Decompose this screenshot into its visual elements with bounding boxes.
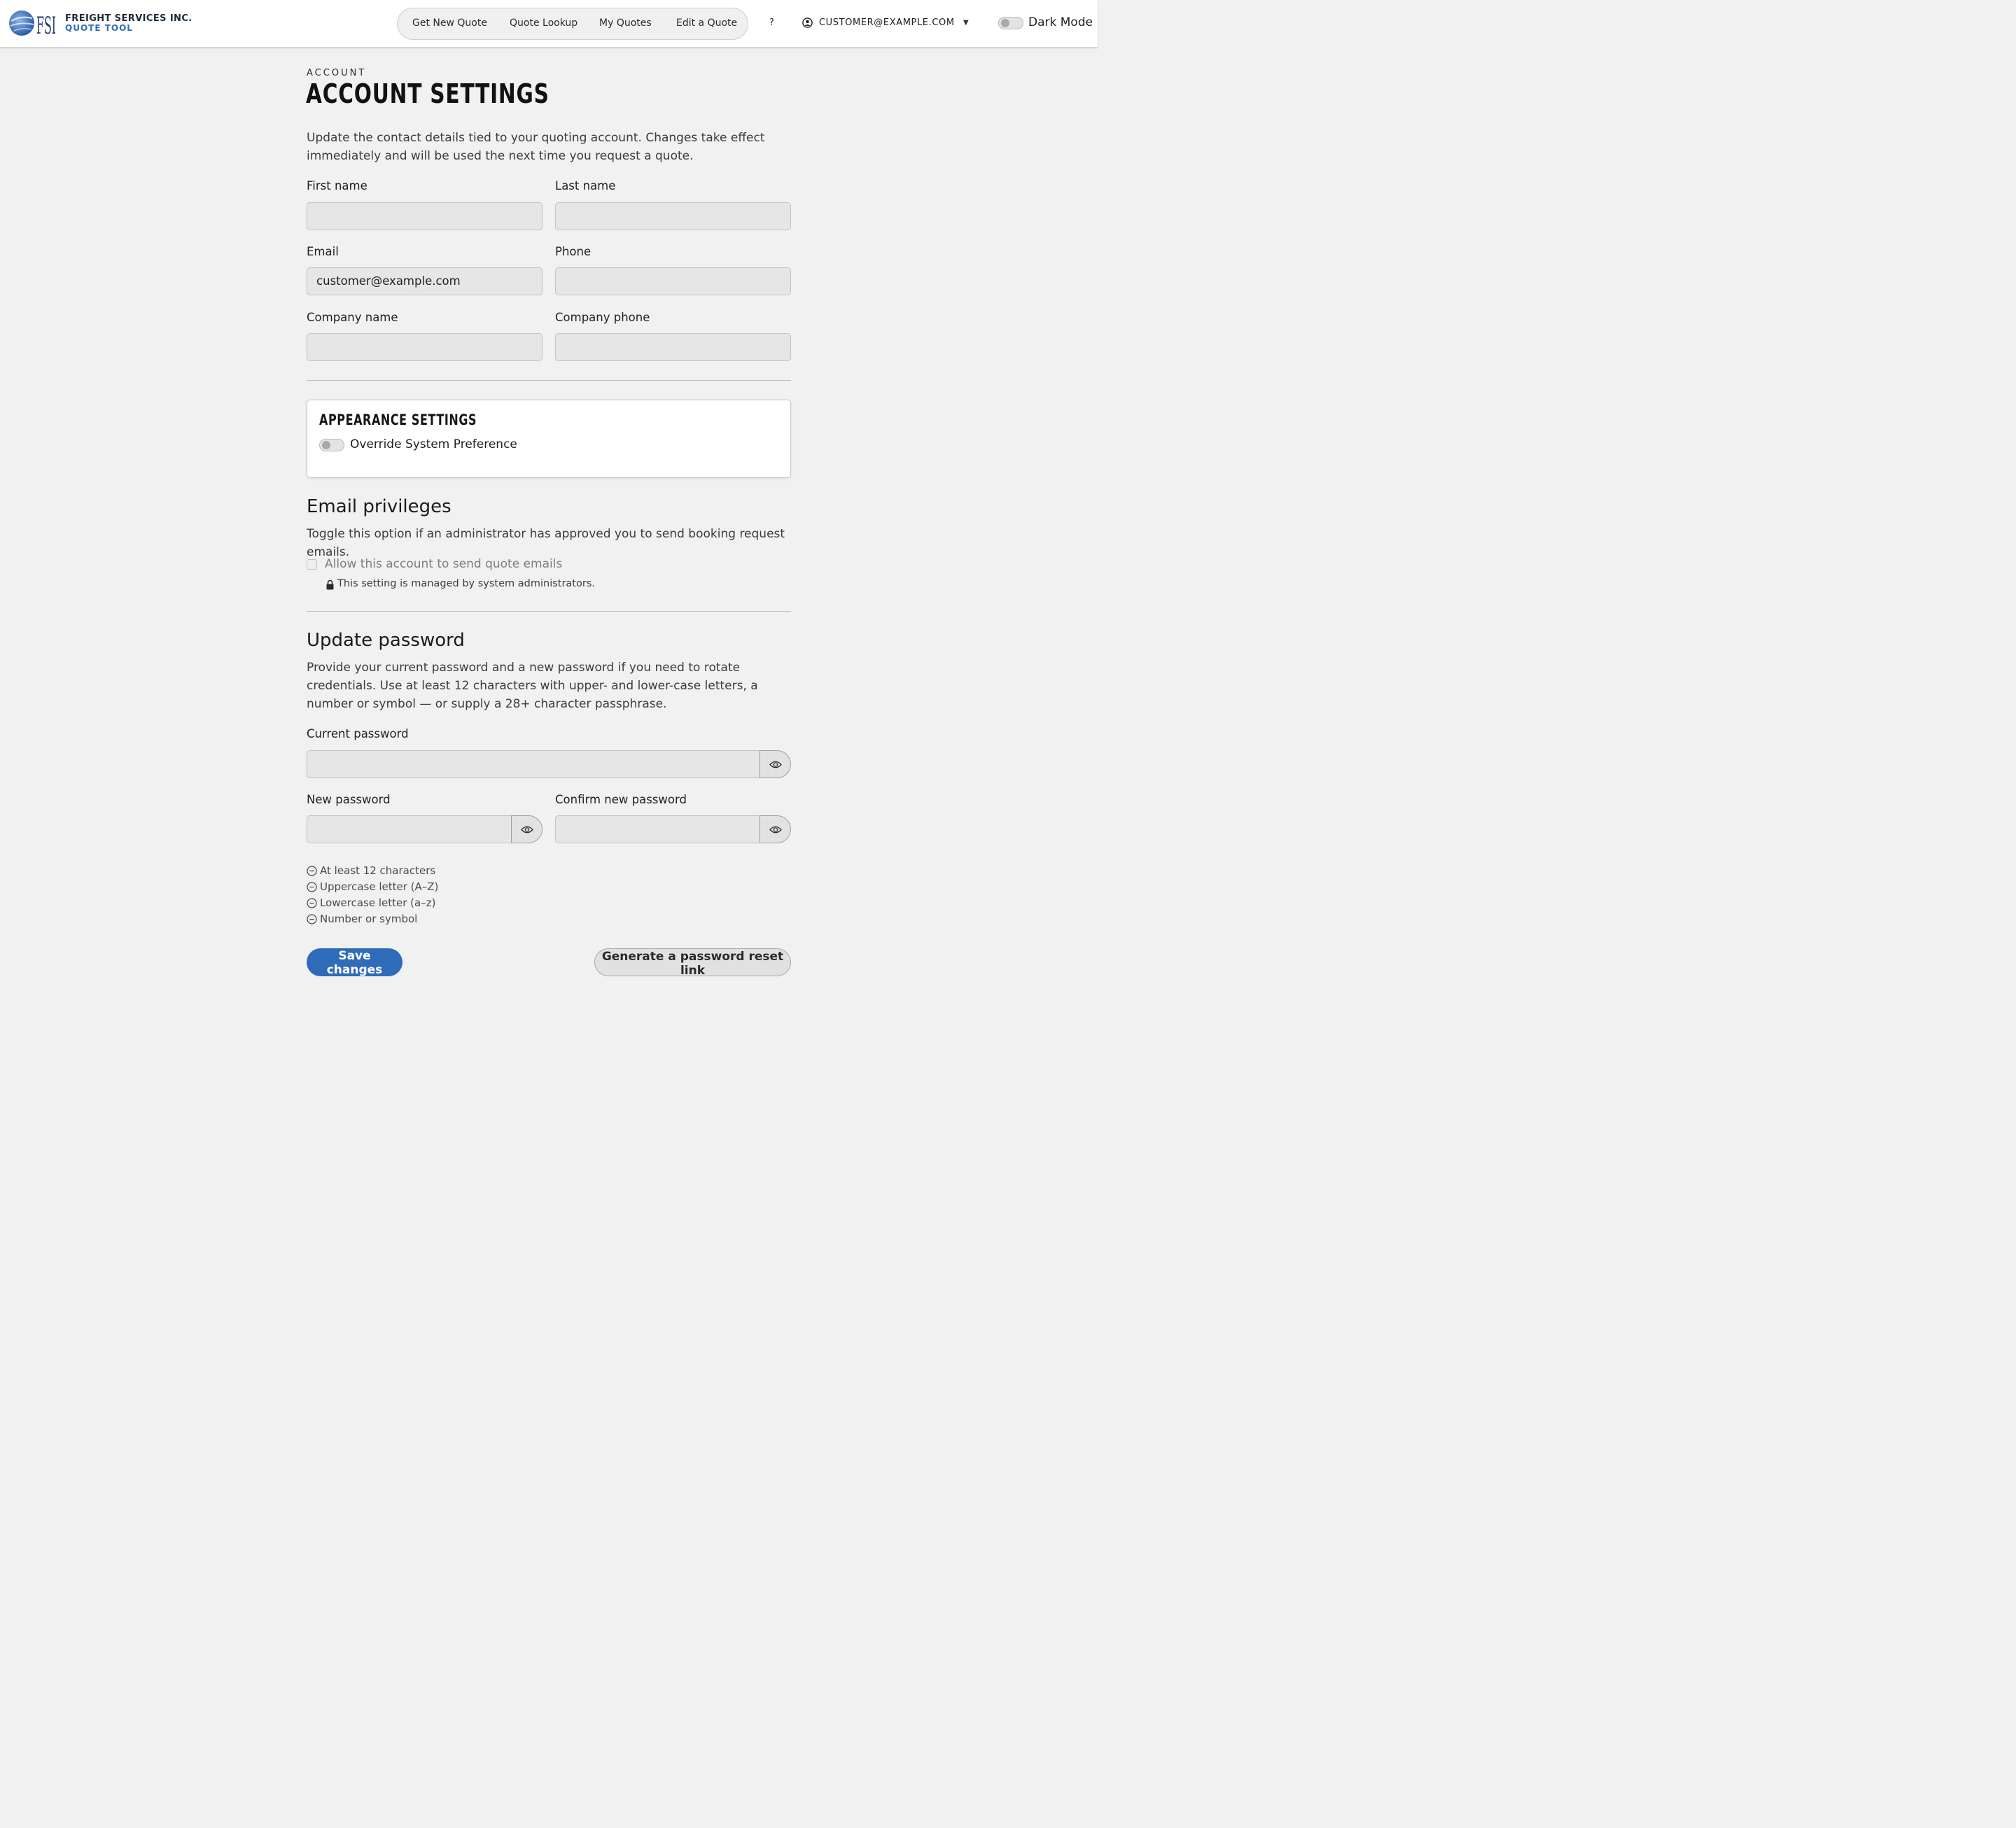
- current-password-input[interactable]: [307, 750, 760, 778]
- new-password-group: [307, 815, 542, 843]
- company-name-input[interactable]: [307, 333, 542, 361]
- email-privileges-heading: Email privileges: [307, 496, 451, 517]
- dark-mode-label: Dark Mode: [1028, 15, 1093, 29]
- eye-icon: [769, 826, 782, 834]
- dark-mode-toggle[interactable]: [998, 17, 1023, 29]
- eye-icon: [769, 761, 782, 768]
- managed-by-admin-note: This setting is managed by system admini…: [337, 578, 595, 589]
- user-circle-icon: [802, 17, 813, 28]
- appearance-settings-card: APPEARANCE SETTINGS Override System Pref…: [307, 400, 791, 478]
- page-intro: Update the contact details tied to your …: [307, 131, 765, 163]
- lock-icon: [326, 579, 334, 590]
- new-password-label: New password: [307, 793, 391, 806]
- override-system-preference-toggle[interactable]: [319, 439, 344, 451]
- page-eyebrow: ACCOUNT: [307, 68, 367, 78]
- password-requirement-text: Number or symbol: [320, 913, 418, 925]
- nav-my-quotes[interactable]: My Quotes: [599, 17, 652, 29]
- nav-quote-lookup[interactable]: Quote Lookup: [510, 17, 578, 29]
- phone-label: Phone: [555, 245, 592, 258]
- fsi-logo[interactable]: FSI: [8, 8, 57, 38]
- last-name-input[interactable]: [555, 202, 791, 230]
- toggle-knob: [1001, 19, 1009, 27]
- show-current-password-button[interactable]: [760, 750, 791, 778]
- company-name-label: Company name: [307, 311, 398, 324]
- password-requirement-text: Lowercase letter (a–z): [320, 897, 436, 909]
- confirm-new-password-input[interactable]: [555, 815, 760, 843]
- company-phone-label: Company phone: [555, 311, 650, 324]
- send-quote-emails-checkbox[interactable]: [307, 559, 317, 570]
- nav-edit-a-quote[interactable]: Edit a Quote: [676, 17, 737, 29]
- last-name-label: Last name: [555, 179, 616, 192]
- brand-name: FREIGHT SERVICES INC.: [65, 13, 192, 24]
- eye-icon: [521, 826, 533, 834]
- section-divider: [307, 380, 791, 381]
- company-phone-input[interactable]: [555, 333, 791, 361]
- email-label: Email: [307, 245, 339, 258]
- password-requirement-text: At least 12 characters: [320, 864, 436, 877]
- generate-reset-link-button[interactable]: Generate a password reset link: [594, 948, 791, 978]
- new-password-input[interactable]: [307, 815, 512, 843]
- user-email: CUSTOMER@EXAMPLE.COM: [819, 17, 955, 28]
- main-nav: Get New Quote Quote Lookup My Quotes Edi…: [397, 8, 748, 40]
- password-requirement-text: Uppercase letter (A–Z): [320, 880, 439, 893]
- current-password-label: Current password: [307, 727, 409, 740]
- minus-circle-icon: [307, 898, 317, 908]
- email-input[interactable]: customer@example.com: [307, 267, 542, 295]
- confirm-new-password-label: Confirm new password: [555, 793, 687, 806]
- phone-input[interactable]: [555, 267, 791, 295]
- override-system-preference-label: Override System Preference: [350, 437, 517, 451]
- show-confirm-password-button[interactable]: [760, 815, 791, 843]
- update-password-description: Provide your current password and a new …: [307, 661, 758, 711]
- help-link[interactable]: ?: [769, 17, 774, 28]
- minus-circle-icon: [307, 866, 317, 876]
- show-new-password-button[interactable]: [511, 815, 542, 843]
- logo-letters: FSI: [36, 12, 56, 38]
- send-quote-emails-label: Allow this account to send quote emails: [325, 557, 563, 571]
- first-name-label: First name: [307, 179, 368, 192]
- confirm-password-group: [555, 815, 791, 843]
- minus-circle-icon: [307, 914, 317, 924]
- save-changes-button[interactable]: Save changes: [307, 948, 402, 977]
- top-navigation-bar: FSI FREIGHT SERVICES INC. QUOTE TOOL Get…: [0, 0, 1098, 48]
- minus-circle-icon: [307, 882, 317, 892]
- toggle-knob: [322, 441, 330, 449]
- section-divider: [307, 611, 791, 612]
- brand-subtitle: QUOTE TOOL: [65, 23, 133, 33]
- current-password-group: [307, 750, 791, 778]
- first-name-input[interactable]: [307, 202, 542, 230]
- update-password-heading: Update password: [307, 630, 465, 651]
- appearance-settings-title: APPEARANCE SETTINGS: [319, 412, 477, 428]
- caret-down-icon: ▼: [963, 19, 969, 27]
- page-title: ACCOUNT SETTINGS: [306, 78, 550, 109]
- email-privileges-description: Toggle this option if an administrator h…: [307, 527, 785, 559]
- nav-get-new-quote[interactable]: Get New Quote: [412, 17, 487, 29]
